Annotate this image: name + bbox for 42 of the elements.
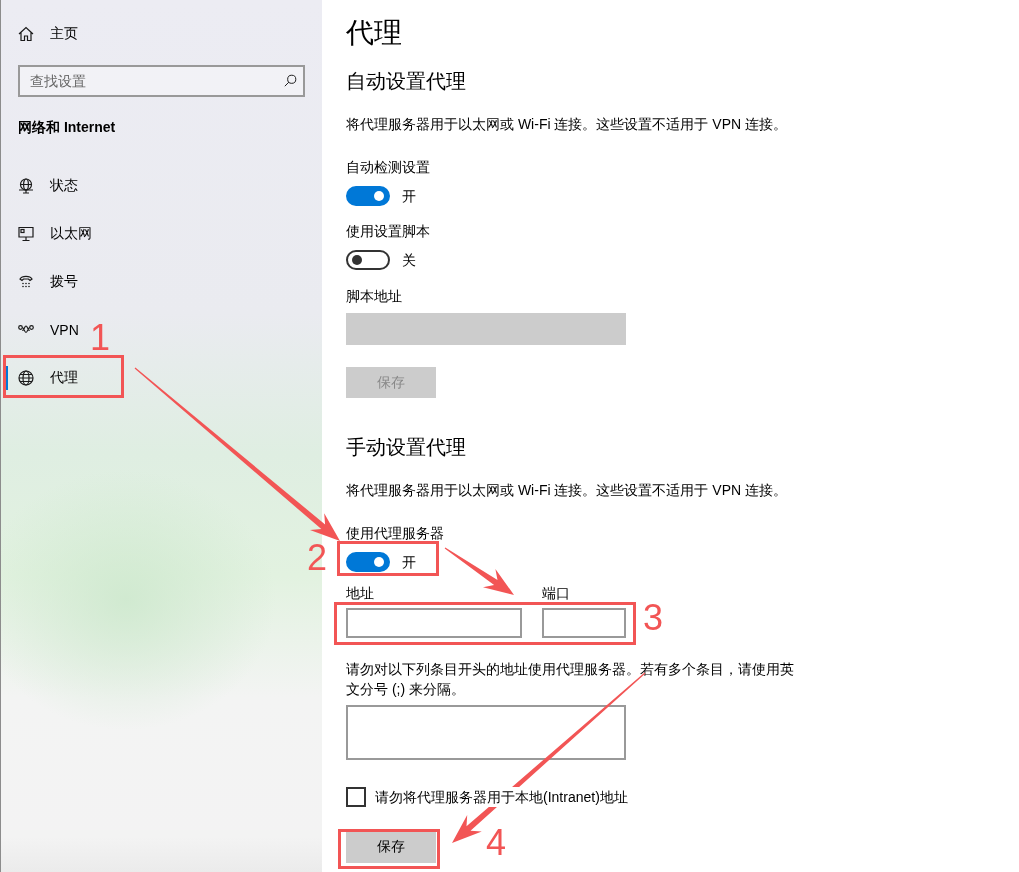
phone-icon xyxy=(18,274,34,290)
step-number: 4 xyxy=(486,825,507,861)
globe-monitor-icon xyxy=(18,178,34,194)
globe-icon xyxy=(18,370,34,386)
field-label: 请勿对以下列条目开头的地址使用代理服务器。若有多个条目，请使用英文分号 (;) 来分隔。 xyxy=(346,660,795,699)
nav-item[interactable]: 拨号 xyxy=(1,258,87,306)
home-icon xyxy=(18,26,34,42)
section-title: 网络和 Internet xyxy=(18,118,116,137)
nav-item[interactable]: 代理 xyxy=(1,354,87,402)
section-description: 将代理服务器用于以太网或 Wi-Fi 连接。这些设置不适用于 VPN 连接。 xyxy=(346,481,787,500)
nav-item[interactable]: VPN xyxy=(1,306,87,354)
arrow xyxy=(444,547,514,595)
nav-item[interactable]: 状态 xyxy=(1,162,87,210)
toggle-state-label: 开 xyxy=(402,187,416,206)
section-heading: 手动设置代理 xyxy=(346,435,466,460)
section-description: 将代理服务器用于以太网或 Wi-Fi 连接。这些设置不适用于 VPN 连接。 xyxy=(346,115,787,134)
toggle-switch[interactable] xyxy=(346,552,390,572)
search-icon xyxy=(284,74,297,87)
toggle-state-label: 开 xyxy=(402,553,416,572)
page-title: 代理 xyxy=(346,16,402,50)
text-area[interactable] xyxy=(346,705,626,760)
monitor-icon xyxy=(18,226,34,242)
checkbox[interactable] xyxy=(346,787,366,807)
toggle-state-label: 关 xyxy=(402,251,416,270)
step-number: 3 xyxy=(643,600,664,636)
input-field[interactable] xyxy=(346,608,522,638)
checkbox-label: 请勿将代理服务器用于本地(Intranet)地址 xyxy=(375,787,628,807)
setting-label: 使用设置脚本 xyxy=(346,222,430,241)
step-number: 1 xyxy=(90,320,111,356)
save-button[interactable]: 保存 xyxy=(346,831,436,863)
toggle-switch[interactable] xyxy=(346,250,390,270)
setting-label: 自动检测设置 xyxy=(346,158,430,177)
search-field[interactable]: 查找设置 xyxy=(18,65,305,97)
step-number: 2 xyxy=(307,540,328,576)
setting-label: 使用代理服务器 xyxy=(346,524,444,543)
home-link[interactable]: 主页 xyxy=(1,10,87,58)
toggle-switch[interactable] xyxy=(346,186,390,206)
input-field[interactable] xyxy=(542,608,626,638)
field-label: 端口 xyxy=(542,585,570,601)
field-label: 地址 xyxy=(346,585,374,601)
field-label: 脚本地址 xyxy=(346,287,402,306)
section-heading: 自动设置代理 xyxy=(346,69,466,94)
